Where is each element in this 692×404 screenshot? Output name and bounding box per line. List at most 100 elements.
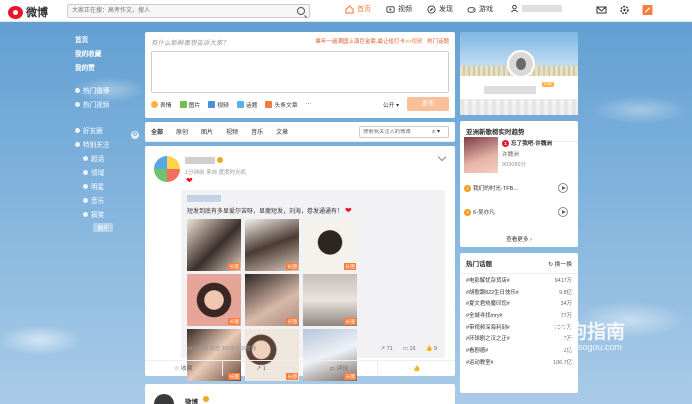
leftnav-hot-video[interactable]: 热门视频 (67, 97, 145, 111)
tool-article[interactable]: 头条文章 (265, 100, 298, 109)
topic-count: 9.8亿 (559, 289, 572, 296)
star-icon: ☆ (174, 366, 180, 372)
repost-like[interactable]: 👍 9 (426, 346, 437, 352)
leftnav-hot-weibo[interactable]: 热门微博 (67, 83, 145, 97)
leftnav-sub-3[interactable]: 明星 (67, 179, 145, 193)
tab-video[interactable]: 视频 (226, 127, 238, 136)
publisher-hot-link[interactable]: >>视频 (405, 39, 422, 45)
profile-avatar[interactable] (507, 50, 535, 78)
tool-image[interactable]: 图片 (179, 100, 200, 109)
leftnav-expand-button[interactable]: 展开 (93, 223, 113, 232)
topic-row[interactable]: #夏文君热魔印您# 34万 (460, 297, 578, 309)
action-comment[interactable]: ▭ 评论 (301, 361, 379, 376)
nav-user[interactable] (510, 4, 562, 13)
music-cover[interactable] (464, 137, 498, 173)
play-icon[interactable] (558, 207, 568, 217)
profile-name-blurred[interactable] (484, 86, 536, 94)
photo-3[interactable]: 长图 (303, 219, 357, 271)
tab-all[interactable]: 全部 (151, 127, 163, 136)
topic-row[interactable]: #全城寻找mry# 77万 (460, 309, 578, 321)
repost-share[interactable]: ↗ 71 (380, 346, 392, 352)
photo-4[interactable]: 长图 (187, 274, 241, 326)
action-share[interactable]: ↗ 1 (223, 361, 301, 376)
tab-original[interactable]: 原创 (176, 127, 188, 136)
publisher-textarea[interactable] (151, 51, 449, 93)
leftnav-sub-2[interactable]: 领域 (67, 165, 145, 179)
nav-discover[interactable]: 发现 (427, 4, 453, 14)
leftnav-sub-1[interactable]: 超话 (67, 151, 145, 165)
mail-icon[interactable] (596, 5, 607, 15)
topics-switch[interactable]: ↻ 换一换 (548, 259, 572, 268)
tool-video[interactable]: 视频 (208, 100, 229, 109)
leftnav-favorites[interactable]: 我的收藏 (67, 46, 145, 60)
visibility-select[interactable]: 公开 ▾ (383, 100, 399, 109)
heart-icon: ❤ (186, 176, 193, 185)
article-icon (265, 100, 273, 108)
music-row-2[interactable]: 2 我们的时光-TFB... (464, 181, 574, 195)
photo-2[interactable]: 长图 (245, 219, 299, 271)
music-more-link[interactable]: 查看更多 › (460, 235, 578, 243)
weibo-logo[interactable]: 微博 (8, 4, 48, 20)
leftnav-sub-5[interactable]: 搞笑 (67, 207, 145, 221)
feed-search-input[interactable] (360, 128, 432, 135)
leftnav-likes[interactable]: 我的赞 (67, 60, 145, 74)
leftnav-sub-4[interactable]: 音乐 (67, 193, 145, 207)
post2-author[interactable]: 微博 (185, 396, 198, 404)
music-row-3[interactable]: 3 6-吴亦凡 (464, 205, 574, 219)
post2-avatar[interactable] (154, 394, 174, 404)
topic-row[interactable]: #带视频深海利刻# 7072万 (460, 321, 578, 333)
nav-video[interactable]: 视频 (386, 4, 412, 14)
rank-badge: 3 (464, 208, 471, 216)
tab-images[interactable]: 图片 (201, 127, 213, 136)
profile-card: Lv8 (460, 32, 578, 115)
search-icon[interactable]: ⌕ ▾ (432, 128, 440, 136)
nav-home[interactable]: 首页 (345, 4, 371, 14)
action-favorite-label: 收藏 (180, 366, 193, 372)
search-input[interactable] (68, 5, 288, 17)
submit-button[interactable]: 发布 (407, 97, 449, 111)
gear-icon[interactable] (619, 5, 630, 15)
compose-icon[interactable] (642, 5, 653, 15)
topic-row[interactable]: #看剧德# 2亿 (460, 344, 578, 356)
leftnav-special[interactable]: 特别关注 (67, 137, 145, 151)
topic-row[interactable]: #电影解忧杂货店# 9417万 (460, 274, 578, 286)
tab-music[interactable]: 音乐 (251, 127, 263, 136)
photo-6[interactable]: 长图 (303, 274, 357, 326)
action-comment-label: 评论 (336, 366, 349, 372)
repost-author-blurred[interactable] (187, 195, 221, 202)
tool-emoji[interactable]: 表情 (151, 100, 172, 109)
rank-badge: 2 (464, 184, 471, 192)
tool-more[interactable]: ··· (306, 101, 312, 107)
post-avatar[interactable] (154, 156, 180, 182)
topic-row[interactable]: #胡歌跟822生日快乐# 9.8亿 (460, 286, 578, 298)
publisher: 有什么新鲜事想告诉大家？ 乘年一遍满国上演巨金套,最让给打卡>>视频 热门话题 … (145, 32, 455, 118)
repost-comment[interactable]: ▭ 16 (403, 346, 416, 352)
nav-video-label: 视频 (398, 6, 412, 13)
leftnav-favorites-label: 我的收藏 (75, 51, 102, 58)
nav-game[interactable]: 游戏 (467, 4, 493, 14)
game-icon (467, 6, 476, 13)
search-icon[interactable] (297, 7, 305, 15)
friends-icon (75, 127, 80, 133)
play-icon[interactable] (558, 183, 568, 193)
username-blurred (522, 5, 562, 12)
tool-topic[interactable]: 话题 (236, 100, 257, 109)
action-favorite[interactable]: ☆ 收藏 (145, 361, 223, 376)
action-like[interactable]: 👍 (378, 361, 455, 376)
music-first-title-row[interactable]: 1 忘了我吧-许魏洲 (502, 139, 552, 147)
publisher-hot-text[interactable]: 乘年一遍满国上演巨金套,最让给打卡 (315, 39, 405, 45)
logo-text: 微博 (26, 7, 48, 19)
topic-row[interactable]: #环球剧之汉之正# 2万 (460, 332, 578, 344)
share-icon: ↗ (256, 366, 262, 372)
hashtag-icon (236, 100, 244, 108)
topic-name: #看剧德# (466, 347, 489, 354)
leftnav-home[interactable]: 首页 (67, 32, 145, 46)
settings-gear-icon[interactable]: ⚙ (131, 131, 139, 139)
post-author-blurred[interactable] (185, 157, 215, 164)
chevron-down-icon[interactable] (437, 152, 447, 162)
publisher-hot-tag[interactable]: 热门话题 (427, 39, 449, 45)
topic-row[interactable]: #运动教室# 106.7亿 (460, 356, 578, 368)
photo-1[interactable]: 长图 (187, 219, 241, 271)
photo-5[interactable]: 长图 (245, 274, 299, 326)
tab-article[interactable]: 文章 (276, 127, 288, 136)
